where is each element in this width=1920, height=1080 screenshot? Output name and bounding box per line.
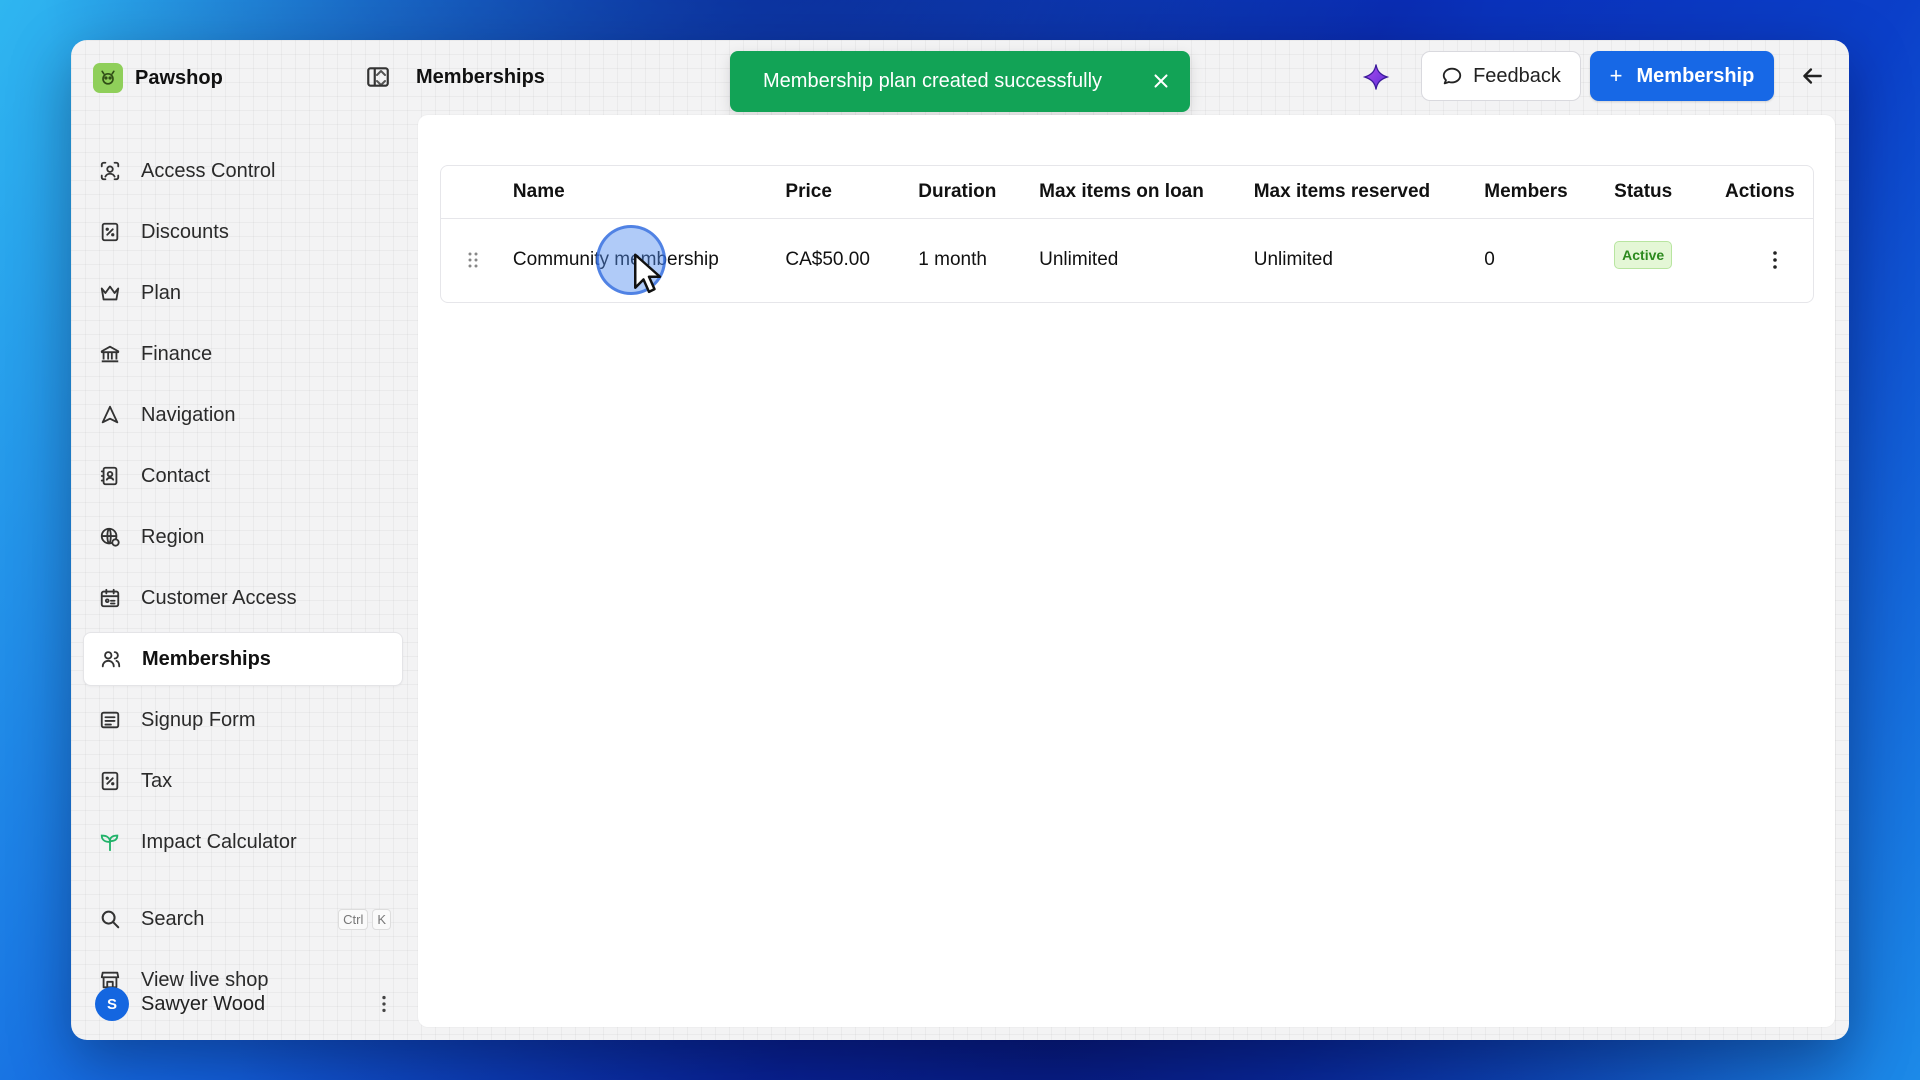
kbd-ctrl: Ctrl — [338, 908, 369, 930]
sidebar-item-label: Impact Calculator — [141, 830, 297, 853]
app-window: Pawshop Access Control Discounts Plan Fi… — [71, 40, 1849, 1040]
workspace-name: Pawshop — [135, 66, 223, 89]
cell-price: CA$50.00 — [785, 249, 870, 271]
sidebar: Pawshop Access Control Discounts Plan Fi… — [71, 40, 411, 1040]
toast-message: Membership plan created successfully — [763, 70, 1103, 92]
pawshop-logo-icon — [93, 63, 123, 93]
cell-max-loan: Unlimited — [1039, 249, 1119, 271]
tax-icon — [101, 771, 119, 791]
navigation-icon — [101, 405, 119, 424]
sidebar-item-plan[interactable]: Plan — [83, 266, 403, 320]
contact-book-icon — [100, 466, 118, 486]
search-label: Search — [141, 907, 205, 930]
search-icon — [101, 910, 120, 929]
sidebar-item-label: Navigation — [141, 403, 236, 426]
cell-members: 0 — [1484, 249, 1495, 271]
add-membership-label: Membership — [1636, 64, 1755, 87]
avatar: S — [95, 987, 129, 1021]
workspace-switcher[interactable]: Pawshop — [93, 60, 393, 96]
search-shortcut: Ctrl K — [338, 908, 391, 930]
user-name: Sawyer Wood — [141, 992, 266, 1015]
sidebar-item-label: Access Control — [141, 159, 276, 182]
sidebar-item-customer-access[interactable]: Customer Access — [83, 571, 403, 625]
more-vertical-icon[interactable] — [373, 993, 395, 1015]
col-drag — [441, 166, 513, 219]
sidebar-item-access-control[interactable]: Access Control — [83, 144, 403, 198]
scan-face-icon — [100, 161, 120, 181]
form-icon — [100, 711, 120, 729]
add-membership-button[interactable]: + Membership — [1590, 51, 1774, 101]
sidebar-item-label: Memberships — [142, 647, 271, 670]
table-header-row: Name Price Duration Max items on loan Ma… — [441, 166, 1813, 219]
col-price[interactable]: Price — [785, 166, 919, 219]
cell-max-reserved: Unlimited — [1253, 249, 1333, 271]
success-toast: Membership plan created successfully — [730, 51, 1190, 112]
sidebar-item-label: Discounts — [141, 220, 229, 243]
col-max-loan[interactable]: Max items on loan — [1039, 166, 1254, 219]
sidebar-item-label: Region — [141, 525, 205, 548]
col-max-reserved[interactable]: Max items reserved — [1253, 166, 1485, 219]
sidebar-item-navigation[interactable]: Navigation — [83, 388, 403, 442]
users-icon — [101, 651, 121, 668]
sidebar-toggle-icon[interactable] — [365, 64, 391, 90]
sidebar-item-label: Tax — [141, 769, 173, 792]
arrow-left-icon[interactable] — [1799, 63, 1825, 89]
sidebar-item-signup-form[interactable]: Signup Form — [83, 693, 403, 747]
cell-duration: 1 month — [918, 249, 987, 271]
sidebar-item-label: Signup Form — [141, 708, 256, 731]
col-duration[interactable]: Duration — [918, 166, 1040, 219]
sidebar-item-memberships[interactable]: Memberships — [83, 632, 403, 686]
page-title: Memberships — [416, 66, 545, 88]
globe-settings-icon — [100, 527, 120, 547]
sidebar-item-discounts[interactable]: Discounts — [83, 205, 403, 259]
sidebar-item-region[interactable]: Region — [83, 510, 403, 564]
plus-icon: + — [1609, 63, 1623, 88]
ai-sparkle-icon[interactable] — [1361, 62, 1391, 92]
col-members[interactable]: Members — [1484, 166, 1615, 219]
sidebar-search[interactable]: Search Ctrl K — [83, 892, 403, 946]
sidebar-item-label: Finance — [141, 342, 213, 365]
sidebar-item-label: Plan — [141, 281, 182, 304]
sidebar-item-finance[interactable]: Finance — [83, 327, 403, 381]
col-status[interactable]: Status — [1614, 166, 1725, 219]
user-menu[interactable]: S Sawyer Wood — [95, 984, 395, 1024]
calendar-user-icon — [100, 588, 120, 608]
sidebar-item-contact[interactable]: Contact — [83, 449, 403, 503]
feedback-button[interactable]: Feedback — [1421, 51, 1581, 101]
sidebar-item-impact-calculator[interactable]: Impact Calculator — [83, 815, 403, 869]
sidebar-item-label: Customer Access — [141, 586, 297, 609]
mouse-pointer-icon — [634, 253, 662, 294]
bank-icon — [100, 345, 120, 363]
col-name[interactable]: Name — [512, 166, 786, 219]
discount-icon — [101, 222, 119, 242]
sidebar-nav: Access Control Discounts Plan Finance Na… — [83, 144, 403, 876]
feedback-label: Feedback — [1473, 64, 1561, 87]
more-vertical-icon[interactable] — [1763, 248, 1787, 272]
sidebar-item-label: Contact — [141, 464, 210, 487]
sprout-icon — [100, 834, 119, 852]
status-badge: Active — [1614, 241, 1673, 270]
crown-icon — [100, 285, 120, 301]
chat-bubble-icon — [1442, 67, 1462, 85]
kbd-k: K — [372, 908, 391, 930]
col-actions: Actions — [1724, 166, 1813, 219]
close-icon[interactable] — [1150, 70, 1172, 92]
drag-handle-icon[interactable] — [461, 248, 485, 272]
sidebar-item-tax[interactable]: Tax — [83, 754, 403, 808]
